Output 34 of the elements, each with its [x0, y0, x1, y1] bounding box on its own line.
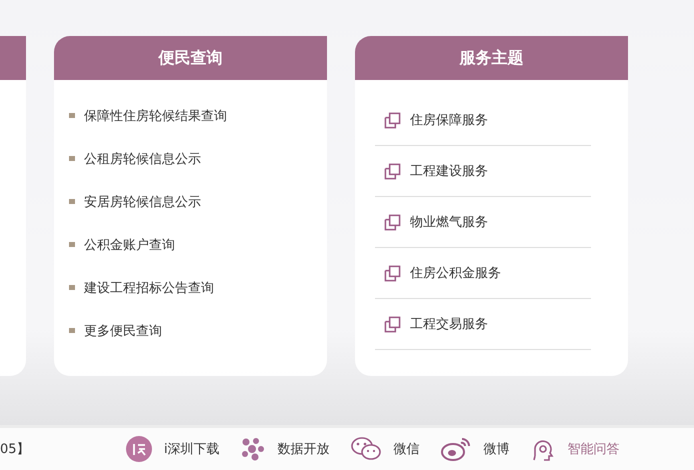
footer-text: 05】	[0, 441, 31, 458]
network-icon	[240, 436, 266, 462]
footer-link[interactable]: 微信	[350, 436, 420, 462]
service-link[interactable]: 工程建设服务	[410, 162, 488, 180]
copy-icon	[384, 214, 401, 230]
query-link[interactable]: 公租房轮候信息公示	[84, 150, 201, 168]
bullet-icon	[69, 113, 75, 118]
service-link[interactable]: 住房公积金服务	[410, 264, 501, 282]
copy-icon	[384, 264, 401, 282]
copy-icon	[384, 162, 401, 180]
service-link[interactable]: 物业燃气服务	[410, 213, 488, 231]
query-link[interactable]: 更多便民查询	[84, 322, 162, 340]
footer-link[interactable]: 微博	[440, 436, 510, 462]
bullet-icon	[69, 156, 75, 161]
wechat-icon	[350, 436, 382, 462]
service-link[interactable]: 住房保障服务	[410, 111, 488, 129]
panel-title: 便民查询	[54, 36, 327, 80]
query-link[interactable]: 公积金账户查询	[84, 236, 175, 254]
query-link[interactable]: 安居房轮候信息公示	[84, 192, 201, 210]
bullet-icon	[69, 328, 75, 333]
bullet-icon	[69, 285, 75, 290]
weibo-icon	[440, 436, 472, 462]
bullet-icon	[69, 199, 75, 204]
copy-icon	[384, 316, 401, 332]
bullet-icon	[69, 242, 75, 247]
footer-link[interactable]: 智能问答	[530, 436, 620, 462]
query-link[interactable]: 建设工程招标公告查询	[84, 278, 214, 296]
footer-link[interactable]: i深圳下载	[126, 436, 220, 462]
service-link[interactable]: 工程交易服务	[410, 315, 488, 333]
footer-link[interactable]: 数据开放	[240, 436, 330, 462]
panel-title: 服务主题	[355, 36, 628, 80]
query-link[interactable]: 保障性住房轮候结果查询	[84, 106, 227, 124]
copy-icon	[384, 112, 401, 128]
app-logo-icon	[126, 436, 152, 462]
